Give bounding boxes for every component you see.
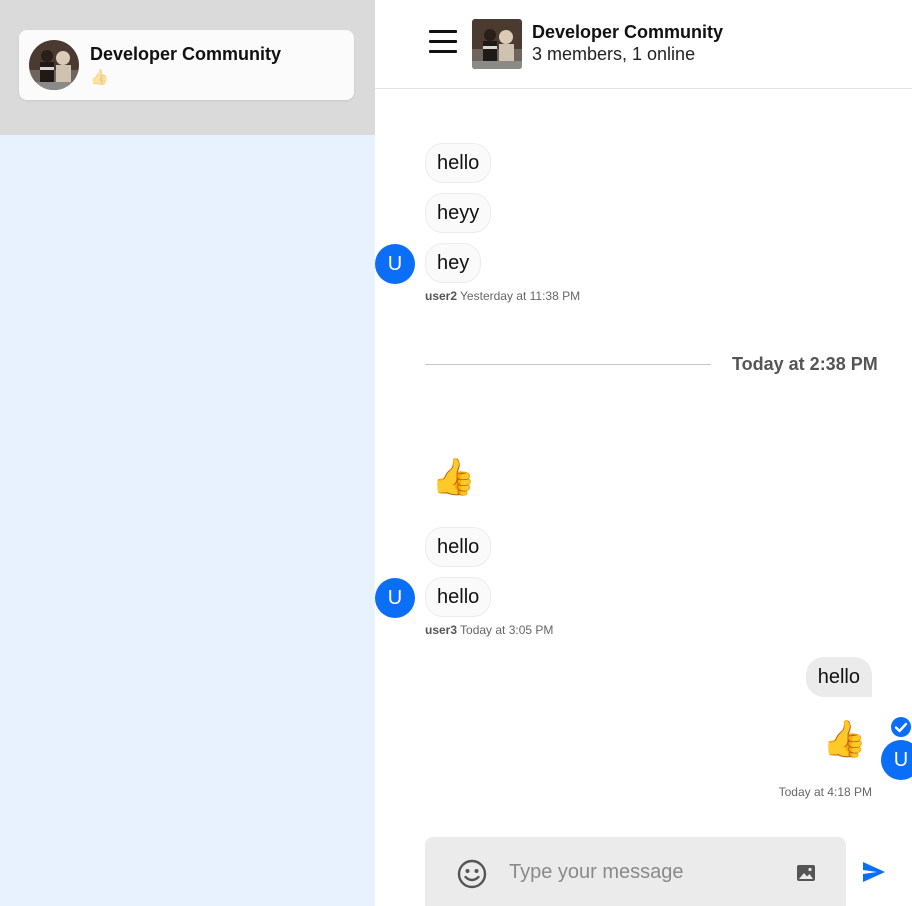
message-bubble[interactable]: hello (425, 143, 492, 183)
chat-panel: Developer Community 3 members, 1 online … (375, 0, 912, 906)
message-time: Today at 3:05 PM (460, 623, 554, 637)
message-bubble[interactable]: hey (425, 243, 482, 283)
my-avatar[interactable]: U (881, 740, 912, 780)
my-message-bubble[interactable]: hello (805, 657, 872, 697)
chat-header: Developer Community 3 members, 1 online (375, 0, 912, 89)
thumbs-up-emoji-message[interactable]: 👍 (431, 456, 476, 498)
message-input[interactable] (509, 855, 779, 889)
header-avatar (472, 19, 522, 69)
read-check-icon (891, 717, 911, 737)
sidebar: Developer Community 👍 (0, 0, 375, 906)
chat-list: Developer Community 👍 (0, 0, 375, 135)
message-meta: user3 Today at 3:05 PM (425, 623, 553, 637)
group-photo-icon (472, 19, 522, 69)
message-time: Today at 4:18 PM (778, 785, 872, 799)
sender-name: user3 (425, 623, 458, 637)
chat-subtitle: 3 members, 1 online (532, 44, 696, 64)
hamburger-menu-icon[interactable] (427, 28, 459, 56)
chat-list-item-title: Developer Community (90, 44, 282, 64)
avatar[interactable]: U (375, 244, 415, 284)
chat-app: Developer Community 👍 Developer Communit… (0, 0, 912, 906)
avatar[interactable]: U (375, 578, 415, 618)
message-meta: user2 Yesterday at 11:38 PM (425, 289, 580, 303)
smiley-icon[interactable] (457, 859, 487, 889)
sender-name: user2 (425, 289, 458, 303)
image-icon[interactable] (795, 862, 817, 884)
message-bubble[interactable]: heyy (425, 193, 492, 233)
send-icon[interactable] (861, 860, 887, 884)
group-avatar (29, 40, 79, 90)
date-divider-line (425, 364, 711, 365)
message-composer (425, 837, 846, 906)
chat-list-item-preview: 👍 (90, 69, 109, 86)
group-photo-icon (29, 40, 79, 90)
chat-list-item-developer-community[interactable]: Developer Community 👍 (19, 30, 354, 100)
message-bubble[interactable]: hello (425, 527, 492, 567)
message-time: Yesterday at 11:38 PM (460, 289, 581, 303)
thumbs-up-emoji-message[interactable]: 👍 (822, 718, 867, 760)
chat-title: Developer Community (532, 22, 724, 42)
date-divider-label: Today at 2:38 PM (732, 354, 878, 374)
message-bubble[interactable]: hello (425, 577, 492, 617)
